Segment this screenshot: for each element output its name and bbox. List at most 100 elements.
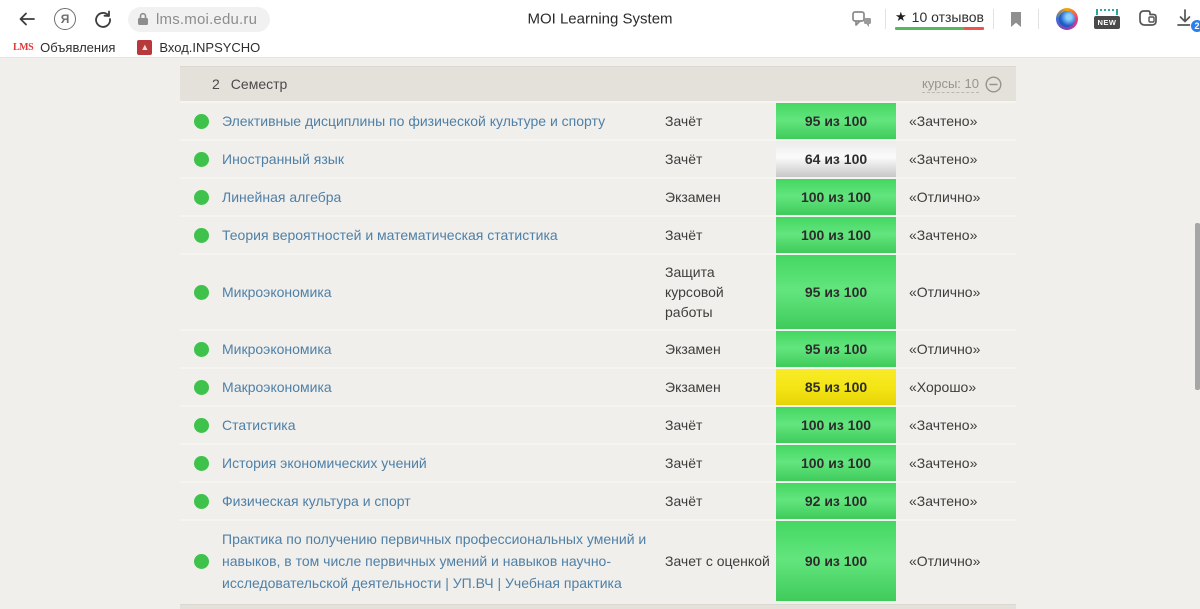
- assessment-type: Зачёт: [665, 408, 776, 442]
- downloads-count-badge: 2: [1190, 19, 1200, 33]
- status-dot-icon: [194, 418, 209, 433]
- protect-extension-icon[interactable]: [1136, 8, 1160, 30]
- assessment-type: Зачёт: [665, 446, 776, 480]
- status-cell: [180, 494, 222, 509]
- semester-2-courses-toggle[interactable]: курсы: 10: [922, 76, 1002, 93]
- score-badge: 64 из 100: [776, 141, 896, 177]
- toolbar-separator: [885, 9, 886, 29]
- course-link[interactable]: Физическая культура и спорт: [222, 483, 665, 519]
- bookmark-announcements[interactable]: LMS Объявления: [13, 40, 115, 55]
- feedback-button[interactable]: [848, 5, 876, 33]
- status-cell: [180, 342, 222, 357]
- page-scrollbar-thumb[interactable]: [1195, 223, 1200, 390]
- status-cell: [180, 152, 222, 167]
- assessment-type: Зачет с оценкой: [665, 544, 776, 578]
- score-badge: 95 из 100: [776, 255, 896, 329]
- back-arrow-icon: [17, 9, 37, 29]
- reviews-rating[interactable]: ★ 10 отзывов: [895, 9, 984, 30]
- status-cell: [180, 228, 222, 243]
- status-cell: [180, 190, 222, 205]
- grade-value: «Зачтено»: [896, 448, 1016, 478]
- status-dot-icon: [194, 152, 209, 167]
- feedback-icon: [852, 10, 872, 28]
- status-cell: [180, 418, 222, 433]
- score-badge: 100 из 100: [776, 445, 896, 481]
- url-text: lms.moi.edu.ru: [156, 11, 257, 28]
- course-link[interactable]: Макроэкономика: [222, 369, 665, 405]
- semester-2-header: 2 Семестр курсы: 10: [180, 66, 1016, 101]
- status-dot-icon: [194, 456, 209, 471]
- bookmark-label: Вход.INPSYCHO: [159, 40, 260, 55]
- score-badge: 95 из 100: [776, 103, 896, 139]
- assessment-type: Экзамен: [665, 180, 776, 214]
- score-badge: 90 из 100: [776, 521, 896, 601]
- grade-value: «Отлично»: [896, 277, 1016, 307]
- yandex-logo-icon: Я: [54, 8, 76, 30]
- bookmark-inpsycho[interactable]: ▲ Вход.INPSYCHO: [137, 40, 260, 55]
- course-link[interactable]: Практика по получению первичных професси…: [222, 521, 665, 601]
- courses-count-link[interactable]: курсы: 10: [922, 76, 979, 93]
- assessment-type: Защита курсовой работы: [665, 255, 776, 329]
- status-dot-icon: [194, 380, 209, 395]
- status-cell: [180, 114, 222, 129]
- status-dot-icon: [194, 494, 209, 509]
- bookmark-button[interactable]: [1003, 5, 1029, 33]
- course-link[interactable]: Элективные дисциплины по физической куль…: [222, 103, 665, 139]
- course-link[interactable]: Линейная алгебра: [222, 179, 665, 215]
- semester-label: Семестр: [231, 76, 288, 92]
- grade-row: Теория вероятностей и математическая ста…: [180, 215, 1016, 253]
- reviews-count-label: 10 отзывов: [912, 9, 984, 25]
- grade-value: «Зачтено»: [896, 220, 1016, 250]
- back-button[interactable]: [12, 4, 42, 34]
- semester-3-header: 3 Семестр курсы: 10: [180, 604, 1016, 609]
- collapse-icon[interactable]: [985, 76, 1002, 93]
- address-bar[interactable]: lms.moi.edu.ru: [128, 7, 270, 32]
- bookmarks-bar: LMS Объявления ▲ Вход.INPSYCHO: [0, 38, 1200, 58]
- yandex-home-button[interactable]: Я: [50, 4, 80, 34]
- course-link[interactable]: Теория вероятностей и математическая ста…: [222, 217, 665, 253]
- score-badge: 85 из 100: [776, 369, 896, 405]
- score-badge: 100 из 100: [776, 407, 896, 443]
- new-badge: NEW: [1094, 16, 1120, 29]
- lms-page: 2 Семестр курсы: 10 Элективные дисциплин…: [0, 58, 1200, 609]
- grade-row: История экономических учений Зачёт 100 и…: [180, 443, 1016, 481]
- course-link[interactable]: Статистика: [222, 407, 665, 443]
- course-link[interactable]: Микроэкономика: [222, 274, 665, 310]
- assessment-type: Зачёт: [665, 218, 776, 252]
- extension-browser-icon[interactable]: [1056, 8, 1078, 30]
- assessment-type: Экзамен: [665, 370, 776, 404]
- grade-value: «Отлично»: [896, 546, 1016, 576]
- grade-row: Линейная алгебра Экзамен 100 из 100 «Отл…: [180, 177, 1016, 215]
- status-cell: [180, 285, 222, 300]
- assessment-type: Зачёт: [665, 484, 776, 518]
- refresh-button[interactable]: [88, 4, 118, 34]
- status-dot-icon: [194, 114, 209, 129]
- grade-value: «Хорошо»: [896, 372, 1016, 402]
- course-link[interactable]: История экономических учений: [222, 445, 665, 481]
- status-cell: [180, 554, 222, 569]
- status-dot-icon: [194, 554, 209, 569]
- lms-favicon: LMS: [13, 42, 33, 53]
- status-dot-icon: [194, 228, 209, 243]
- status-dot-icon: [194, 285, 209, 300]
- assessment-type: Зачёт: [665, 104, 776, 138]
- downloads-button[interactable]: 2: [1174, 4, 1200, 34]
- grade-row: Элективные дисциплины по физической куль…: [180, 101, 1016, 139]
- toolbar-separator: [993, 9, 994, 29]
- star-icon: ★: [895, 9, 907, 25]
- toolbar-separator: [1038, 9, 1039, 29]
- course-link[interactable]: Иностранный язык: [222, 141, 665, 177]
- course-link[interactable]: Микроэкономика: [222, 331, 665, 367]
- status-cell: [180, 456, 222, 471]
- grade-value: «Зачтено»: [896, 486, 1016, 516]
- bookmark-icon: [1009, 11, 1023, 28]
- grade-row: Практика по получению первичных професси…: [180, 519, 1016, 601]
- grade-value: «Зачтено»: [896, 106, 1016, 136]
- gradebook-table: 2 Семестр курсы: 10 Элективные дисциплин…: [180, 66, 1016, 609]
- inpsycho-favicon: ▲: [137, 40, 152, 55]
- screenshot-tool-icon[interactable]: NEW: [1094, 9, 1120, 29]
- lock-icon: [137, 12, 149, 26]
- rating-bar: [895, 27, 984, 30]
- grade-rows: Элективные дисциплины по физической куль…: [180, 101, 1016, 601]
- browser-toolbar: Я lms.moi.edu.ru MOI Learning System ★: [0, 0, 1200, 38]
